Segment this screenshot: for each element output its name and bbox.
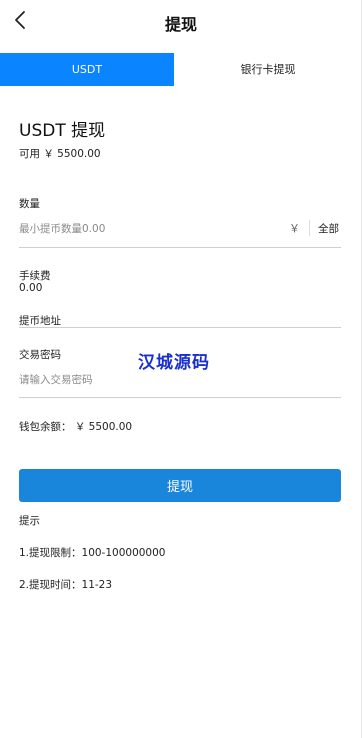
- currency-symbol: ￥: [289, 222, 300, 235]
- amount-label: 数量: [19, 198, 40, 210]
- withdraw-all-button[interactable]: 全部: [318, 221, 339, 236]
- wallet-balance: 钱包余额： ￥ 5500.00: [19, 421, 133, 433]
- tab-bank-card[interactable]: 银行卡提现: [174, 53, 362, 86]
- section-title: USDT 提现: [19, 121, 106, 141]
- password-input[interactable]: [19, 371, 219, 389]
- tab-bar: USDT 银行卡提现: [0, 53, 362, 86]
- amount-input[interactable]: [19, 220, 269, 238]
- available-balance: 可用 ￥ 5500.00: [19, 148, 101, 160]
- amount-underline: [19, 247, 341, 248]
- tab-usdt[interactable]: USDT: [0, 53, 174, 86]
- header: 提现: [0, 0, 362, 44]
- fee-label: 手续费: [19, 270, 51, 282]
- password-label: 交易密码: [19, 349, 61, 361]
- address-underline[interactable]: [19, 327, 341, 328]
- password-underline: [19, 397, 341, 398]
- tips-title: 提示: [19, 515, 40, 527]
- tip-item: 1.提现限制：100-100000000: [19, 547, 166, 559]
- submit-withdraw-button[interactable]: 提现: [19, 469, 341, 502]
- fee-value: 0.00: [19, 282, 43, 294]
- watermark: 汉城源码: [138, 353, 210, 373]
- tip-item: 2.提现时间：11-23: [19, 579, 113, 591]
- divider: [309, 220, 310, 236]
- address-label: 提币地址: [19, 315, 61, 327]
- page-title: 提现: [164, 15, 197, 34]
